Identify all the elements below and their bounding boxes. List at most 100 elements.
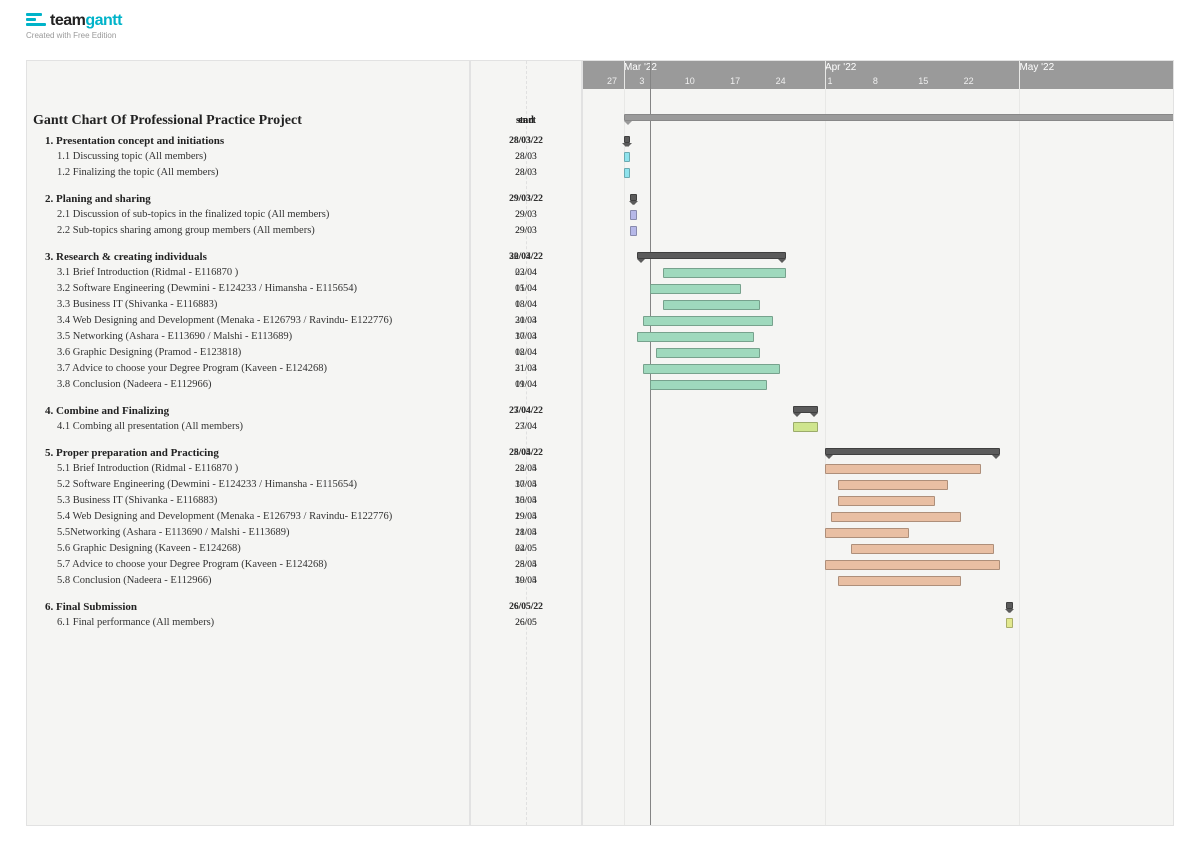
task-row[interactable]: 1.2 Finalizing the topic (All members) bbox=[27, 165, 469, 181]
task-end: 17/04 bbox=[471, 329, 581, 345]
task-row[interactable]: 3.4 Web Designing and Development (Menak… bbox=[27, 313, 469, 329]
timeline-header: Mar '22Apr '22May '22273101724181522 bbox=[583, 61, 1173, 89]
gantt-bar[interactable] bbox=[624, 152, 630, 162]
task-row[interactable]: 3.3 Business IT (Shivanka - E116883) bbox=[27, 297, 469, 313]
task-end: 19/04 bbox=[471, 377, 581, 393]
task-row[interactable]: 5.4 Web Designing and Development (Menak… bbox=[27, 509, 469, 525]
task-row[interactable]: 5.8 Conclusion (Nadeera - E112966) bbox=[27, 573, 469, 589]
group-end: 28/03/22 bbox=[471, 133, 581, 149]
task-end: 26/05 bbox=[471, 615, 581, 631]
task-end: 19/05 bbox=[471, 509, 581, 525]
day-tick: 24 bbox=[776, 75, 786, 87]
gantt-bar[interactable] bbox=[656, 348, 760, 358]
gantt-bar[interactable] bbox=[838, 496, 935, 506]
group-row[interactable]: 5. Proper preparation and Practicing bbox=[27, 445, 469, 461]
gantt-bar[interactable] bbox=[624, 168, 630, 178]
gantt-bar[interactable] bbox=[643, 316, 773, 326]
task-row[interactable]: 5.7 Advice to choose your Degree Program… bbox=[27, 557, 469, 573]
task-row[interactable]: 5.3 Business IT (Shivanka - E116883) bbox=[27, 493, 469, 509]
group-end: 26/05/22 bbox=[471, 599, 581, 615]
task-row[interactable]: 1.1 Discussing topic (All members) bbox=[27, 149, 469, 165]
task-end: 29/03 bbox=[471, 207, 581, 223]
task-end: 15/05 bbox=[471, 493, 581, 509]
task-end: 28/03 bbox=[471, 149, 581, 165]
month-gridline bbox=[825, 61, 826, 825]
month-gridline bbox=[1019, 61, 1020, 825]
gantt-bar[interactable] bbox=[630, 210, 636, 220]
project-title: Gantt Chart Of Professional Practice Pro… bbox=[27, 111, 469, 131]
task-row[interactable]: 2.2 Sub-topics sharing among group membe… bbox=[27, 223, 469, 239]
group-end: 22/04/22 bbox=[471, 249, 581, 265]
gantt-sheet: Gantt Chart Of Professional Practice Pro… bbox=[26, 60, 1174, 826]
gantt-bar[interactable] bbox=[637, 252, 786, 259]
task-end: 19/05 bbox=[471, 573, 581, 589]
task-end: 15/04 bbox=[471, 281, 581, 297]
gantt-bar[interactable] bbox=[793, 406, 819, 413]
month-label: Apr '22 bbox=[825, 62, 856, 74]
task-end: 28/03 bbox=[471, 165, 581, 181]
gantt-bar[interactable] bbox=[825, 464, 981, 474]
group-row[interactable]: 1. Presentation concept and initiations bbox=[27, 133, 469, 149]
task-end: 17/05 bbox=[471, 477, 581, 493]
task-row[interactable]: 5.6 Graphic Designing (Kaveen - E124268) bbox=[27, 541, 469, 557]
task-row[interactable]: 3.5 Networking (Ashara - E113690 / Malsh… bbox=[27, 329, 469, 345]
task-end: 18/04 bbox=[471, 345, 581, 361]
group-row[interactable]: 4. Combine and Finalizing bbox=[27, 403, 469, 419]
task-row[interactable]: 3.1 Brief Introduction (Ridmal - E116870… bbox=[27, 265, 469, 281]
logo-icon bbox=[26, 13, 46, 28]
task-end: 22/04 bbox=[471, 265, 581, 281]
gantt-bar[interactable] bbox=[624, 136, 630, 143]
col-end: end bbox=[471, 111, 581, 131]
task-row[interactable]: 5.1 Brief Introduction (Ridmal - E116870… bbox=[27, 461, 469, 477]
task-row[interactable]: 3.8 Conclusion (Nadeera - E112966) bbox=[27, 377, 469, 393]
gantt-bar[interactable] bbox=[663, 268, 786, 278]
gantt-bar[interactable] bbox=[630, 226, 636, 236]
task-row[interactable]: 6.1 Final performance (All members) bbox=[27, 615, 469, 631]
date-columns: start28/03/2228/0328/0329/03/2229/0329/0… bbox=[471, 61, 583, 825]
task-row[interactable]: 4.1 Combing all presentation (All member… bbox=[27, 419, 469, 435]
gantt-bar[interactable] bbox=[793, 422, 819, 432]
task-row[interactable]: 5.2 Software Engineering (Dewmini - E124… bbox=[27, 477, 469, 493]
task-end: 21/04 bbox=[471, 361, 581, 377]
task-name-column: Gantt Chart Of Professional Practice Pro… bbox=[27, 61, 471, 825]
gantt-bar[interactable] bbox=[825, 448, 1000, 455]
day-tick: 15 bbox=[918, 75, 928, 87]
task-end: 11/05 bbox=[471, 525, 581, 541]
day-tick: 1 bbox=[827, 75, 832, 87]
gantt-bar[interactable] bbox=[1006, 618, 1012, 628]
brand: teamgantt Created with Free Edition bbox=[26, 12, 122, 40]
gantt-bar[interactable] bbox=[1006, 602, 1012, 609]
gantt-bar[interactable] bbox=[825, 528, 909, 538]
task-row[interactable]: 3.6 Graphic Designing (Pramod - E123818) bbox=[27, 345, 469, 361]
task-row[interactable]: 5.5Networking (Ashara - E113690 / Malshi… bbox=[27, 525, 469, 541]
gantt-bar[interactable] bbox=[650, 380, 767, 390]
gantt-bar[interactable] bbox=[825, 560, 1000, 570]
gantt-bar[interactable] bbox=[630, 194, 636, 201]
task-row[interactable]: 3.2 Software Engineering (Dewmini - E124… bbox=[27, 281, 469, 297]
task-end: 25/05 bbox=[471, 557, 581, 573]
gantt-bar[interactable] bbox=[838, 576, 961, 586]
gantt-bar[interactable] bbox=[663, 300, 760, 310]
group-row[interactable]: 2. Planing and sharing bbox=[27, 191, 469, 207]
gantt-bar[interactable] bbox=[851, 544, 994, 554]
gantt-bar[interactable] bbox=[637, 332, 754, 342]
gantt-bar[interactable] bbox=[643, 364, 779, 374]
task-row[interactable]: 2.1 Discussion of sub-topics in the fina… bbox=[27, 207, 469, 223]
brand-word1: team bbox=[50, 12, 85, 29]
task-row[interactable]: 3.7 Advice to choose your Degree Program… bbox=[27, 361, 469, 377]
group-end: 27/04/22 bbox=[471, 403, 581, 419]
gantt-bar[interactable] bbox=[650, 284, 741, 294]
gantt-bar[interactable] bbox=[838, 480, 948, 490]
brand-word2: gantt bbox=[85, 12, 122, 29]
task-end: 29/03 bbox=[471, 223, 581, 239]
gantt-bar[interactable] bbox=[624, 114, 1173, 121]
task-end: 27/04 bbox=[471, 419, 581, 435]
group-row[interactable]: 6. Final Submission bbox=[27, 599, 469, 615]
group-row[interactable]: 3. Research & creating individuals bbox=[27, 249, 469, 265]
gantt-bar[interactable] bbox=[831, 512, 961, 522]
day-tick: 17 bbox=[730, 75, 740, 87]
task-end: 22/05 bbox=[471, 461, 581, 477]
day-tick: 3 bbox=[639, 75, 644, 87]
day-tick: 27 bbox=[607, 75, 617, 87]
timeline[interactable]: Mar '22Apr '22May '22273101724181522 bbox=[583, 61, 1173, 825]
